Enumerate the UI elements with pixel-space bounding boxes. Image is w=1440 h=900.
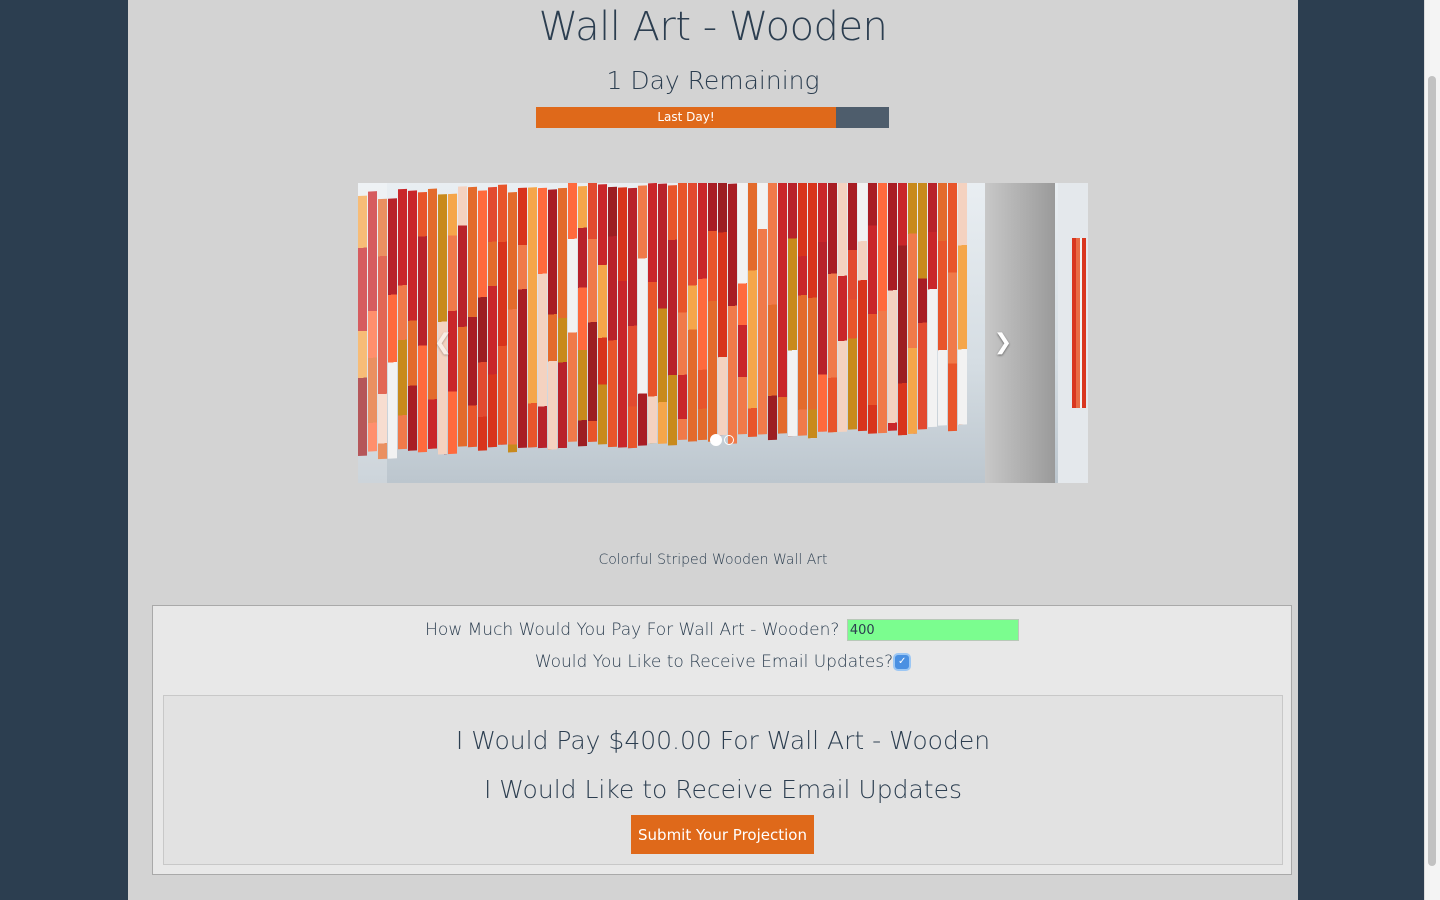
page-title: Wall Art - Wooden <box>538 4 888 50</box>
image-carousel: ❮ ❯ <box>358 183 1088 483</box>
carousel-dot-1[interactable] <box>710 434 722 446</box>
scrollbar-thumb[interactable] <box>1428 76 1436 866</box>
email-checkbox[interactable]: ✓ <box>895 655 910 669</box>
submit-button[interactable]: Submit Your Projection <box>631 815 814 854</box>
progress-bar: Last Day! <box>536 107 889 128</box>
price-input[interactable] <box>846 619 1019 641</box>
image-caption: Colorful Striped Wooden Wall Art <box>598 552 828 568</box>
email-summary: I Would Like to Receive Email Updates <box>483 775 962 804</box>
page-content: Wall Art - Wooden 1 Day Remaining Last D… <box>128 0 1298 900</box>
scrollbar[interactable] <box>1424 0 1440 900</box>
chevron-right-icon[interactable]: ❯ <box>988 323 1018 363</box>
projection-form: How Much Would You Pay For Wall Art - Wo… <box>152 605 1292 875</box>
carousel-indicators <box>710 434 734 446</box>
pay-summary: I Would Pay $400.00 For Wall Art - Woode… <box>455 726 991 755</box>
carousel-dot-2[interactable] <box>724 435 734 445</box>
email-row: Would You Like to Receive Email Updates?… <box>153 652 1291 672</box>
chevron-left-icon[interactable]: ❮ <box>428 323 458 363</box>
price-label: How Much Would You Pay For Wall Art - Wo… <box>425 620 840 640</box>
progress-fill: Last Day! <box>536 107 837 128</box>
price-row: How Much Would You Pay For Wall Art - Wo… <box>153 619 1291 641</box>
time-remaining: 1 Day Remaining <box>606 66 820 95</box>
projection-summary: I Would Pay $400.00 For Wall Art - Woode… <box>163 695 1283 865</box>
email-label: Would You Like to Receive Email Updates? <box>534 652 894 672</box>
